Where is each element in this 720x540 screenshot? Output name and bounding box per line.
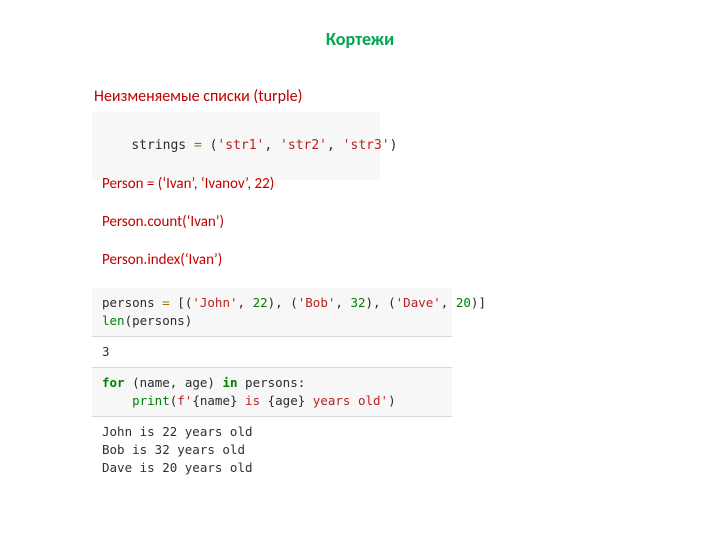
code-token: years old' (305, 393, 388, 408)
code-token: print (132, 393, 170, 408)
code-token: ( (388, 295, 396, 310)
code-token: len (102, 313, 125, 328)
code-token: 32 (350, 295, 365, 310)
code-token: , (335, 295, 343, 310)
code-token: 'str3' (343, 138, 390, 153)
code-token: [ (177, 295, 185, 310)
code-token: 22 (253, 295, 268, 310)
code-snippet-tuple-literal: strings = ('str1', 'str2', 'str3') (92, 112, 380, 180)
code-token (102, 393, 132, 408)
code-output-1: 3 (92, 337, 452, 367)
code-output-2: John is 22 years old Bob is 32 years old… (92, 417, 452, 483)
code-token: ( (132, 375, 140, 390)
code-token: in (222, 375, 237, 390)
code-token: strings (131, 138, 186, 153)
code-token: 'Dave' (396, 295, 441, 310)
code-token: , (170, 375, 178, 390)
code-token: age (275, 393, 298, 408)
subtitle-text: Неизменяемые списки (turple) (94, 87, 302, 106)
code-token: , (441, 295, 449, 310)
code-token: : (298, 375, 306, 390)
code-token: ) (390, 138, 398, 153)
code-token: 'str1' (217, 138, 264, 153)
code-token: = (162, 295, 170, 310)
code-token: } (230, 393, 238, 408)
code-token: , (264, 138, 272, 153)
code-token: persons (245, 375, 298, 390)
code-block-loop: persons = [('John', 22), ('Bob', 32), ('… (92, 288, 452, 483)
code-token: for (102, 375, 125, 390)
code-token: 'Bob' (298, 295, 336, 310)
code-token: is (238, 393, 268, 408)
code-token: ) (207, 375, 215, 390)
code-token: f' (177, 393, 192, 408)
page-title: Кортежи (0, 28, 720, 50)
text-line-c: Person.index(‘Ivan’) (102, 251, 222, 269)
code-token: 'str2' (280, 138, 327, 153)
code-token: ( (125, 313, 133, 328)
code-token: 20 (456, 295, 471, 310)
slide: Кортежи Неизменяемые списки (turple) str… (0, 0, 720, 540)
code-token: ( (290, 295, 298, 310)
code-token: = (194, 138, 202, 153)
text-line-b: Person.count(‘Ivan’) (102, 213, 224, 231)
code-token: ) (366, 295, 374, 310)
code-token: ) (185, 313, 193, 328)
code-token: name (200, 393, 230, 408)
code-token: ] (478, 295, 486, 310)
code-token: persons (102, 295, 155, 310)
code-token: persons (132, 313, 185, 328)
code-token: age (185, 375, 208, 390)
code-token: , (238, 295, 246, 310)
code-token: , (327, 138, 335, 153)
text-line-a: Person = (‘Ivan’, ‘Ivanov’, 22) (102, 175, 274, 193)
code-token: { (192, 393, 200, 408)
code-cell-1: persons = [('John', 22), ('Bob', 32), ('… (92, 288, 452, 336)
code-token: name (140, 375, 170, 390)
code-token: ) (388, 393, 396, 408)
code-token: , (275, 295, 283, 310)
code-cell-2: for (name, age) in persons: print(f'{nam… (92, 368, 452, 416)
code-token: , (373, 295, 381, 310)
code-token: 'John' (192, 295, 237, 310)
